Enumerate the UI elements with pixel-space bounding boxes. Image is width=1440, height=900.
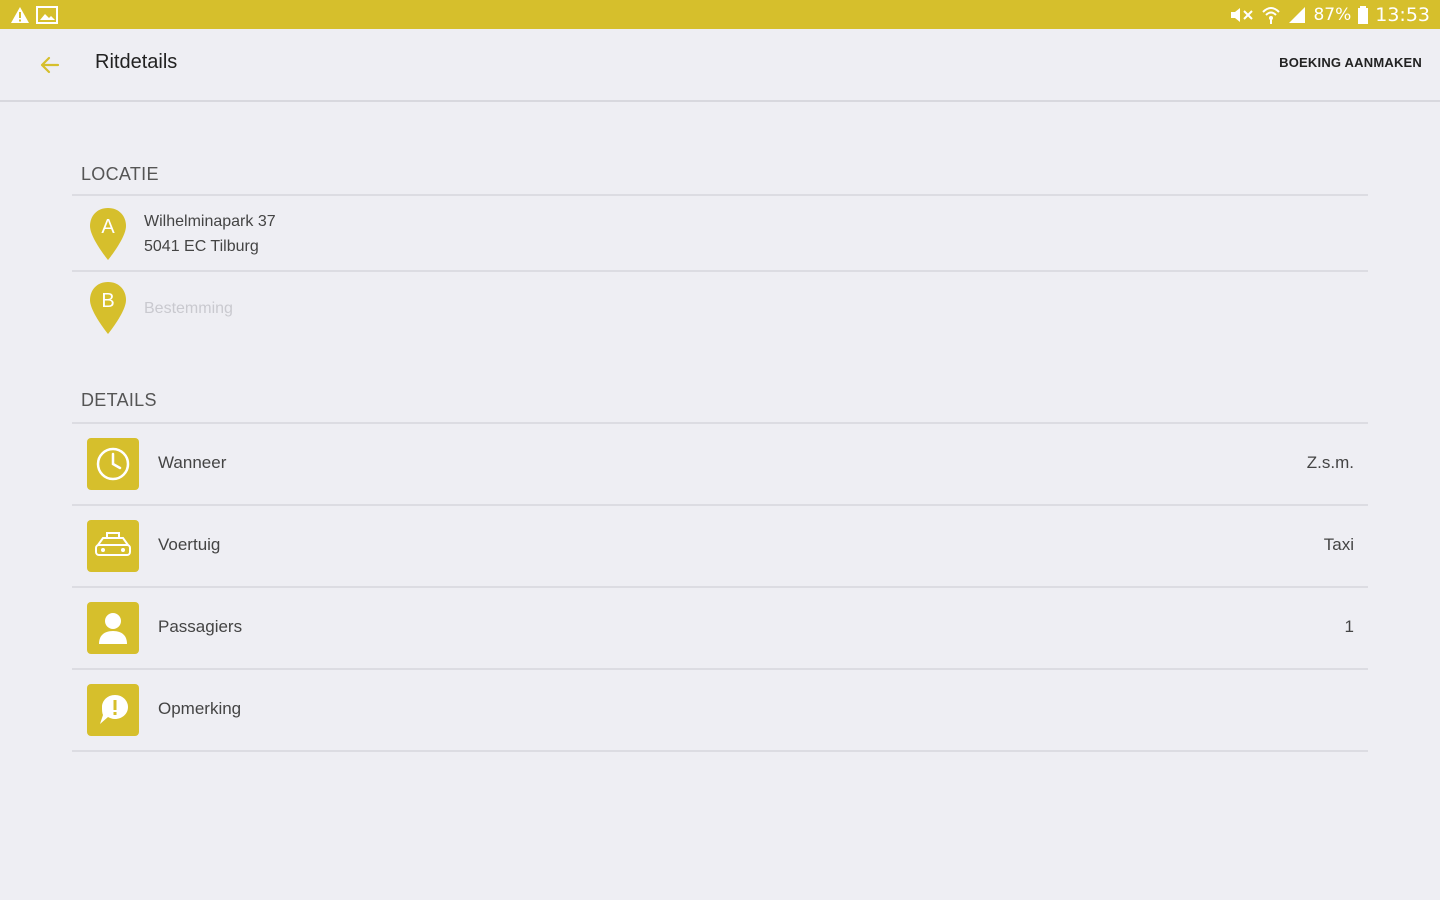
detail-label-when: Wanneer <box>158 453 227 472</box>
comment-icon <box>87 684 139 736</box>
warning-icon <box>10 6 30 24</box>
pickup-location-row[interactable]: A Wilhelminapark 37 5041 EC Tilburg <box>72 196 1368 270</box>
signal-icon <box>1287 6 1307 24</box>
car-icon <box>87 520 139 572</box>
battery-icon <box>1357 5 1369 24</box>
clock-icon <box>87 438 139 490</box>
battery-percentage: 87% <box>1313 4 1352 25</box>
detail-label-vehicle: Voertuig <box>158 535 221 554</box>
detail-label-passengers: Passagiers <box>158 617 243 636</box>
pickup-pin-icon: A <box>88 206 128 262</box>
gallery-icon <box>36 5 58 24</box>
create-booking-button[interactable]: BOEKING AANMAKEN <box>1279 55 1422 70</box>
detail-value-vehicle: Taxi <box>1323 535 1354 554</box>
detail-row-vehicle[interactable]: Voertuig Taxi <box>72 506 1368 586</box>
detail-value-passengers: 1 <box>1344 617 1354 636</box>
pickup-address-line2: 5041 EC Tilburg <box>144 238 259 255</box>
app-bar: Ritdetails BOEKING AANMAKEN <box>0 29 1440 102</box>
destination-pin-icon: B <box>88 280 128 336</box>
detail-row-when[interactable]: Wanneer Z.s.m. <box>72 424 1368 504</box>
status-bar: 87% 13:53 <box>0 0 1440 29</box>
detail-row-passengers[interactable]: Passagiers 1 <box>72 588 1368 668</box>
divider <box>72 750 1368 752</box>
pickup-marker-letter: A <box>101 216 115 238</box>
details-section-header: DETAILS <box>81 390 157 410</box>
detail-label-comment: Opmerking <box>158 699 242 718</box>
pickup-address-line1: Wilhelminapark 37 <box>144 213 276 230</box>
back-arrow-icon[interactable] <box>36 51 64 79</box>
wifi-icon <box>1261 6 1281 24</box>
destination-placeholder: Bestemming <box>144 300 233 317</box>
clock-time: 13:53 <box>1375 3 1430 26</box>
location-section-header: LOCATIE <box>81 164 159 184</box>
destination-marker-letter: B <box>101 290 114 312</box>
person-icon <box>87 602 139 654</box>
detail-value-when: Z.s.m. <box>1306 453 1354 472</box>
detail-row-comment[interactable]: Opmerking <box>72 670 1368 750</box>
destination-location-row[interactable]: B Bestemming <box>72 272 1368 346</box>
page-title: Ritdetails <box>95 51 178 73</box>
mute-icon <box>1229 6 1255 24</box>
